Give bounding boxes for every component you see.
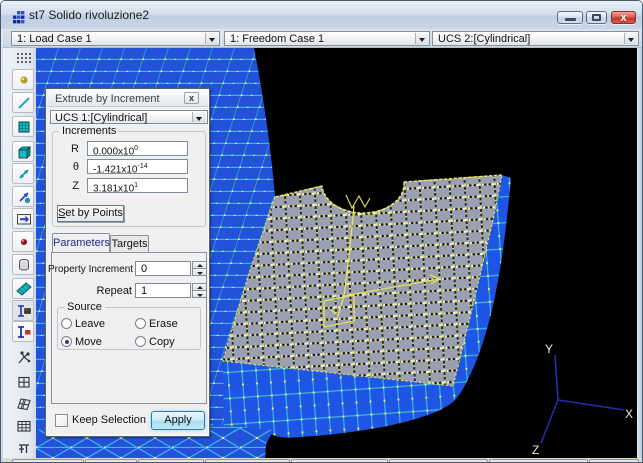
svg-text:Y: Y (545, 342, 553, 356)
svg-text:Z: Z (532, 443, 539, 457)
svg-text:X: X (625, 407, 633, 421)
